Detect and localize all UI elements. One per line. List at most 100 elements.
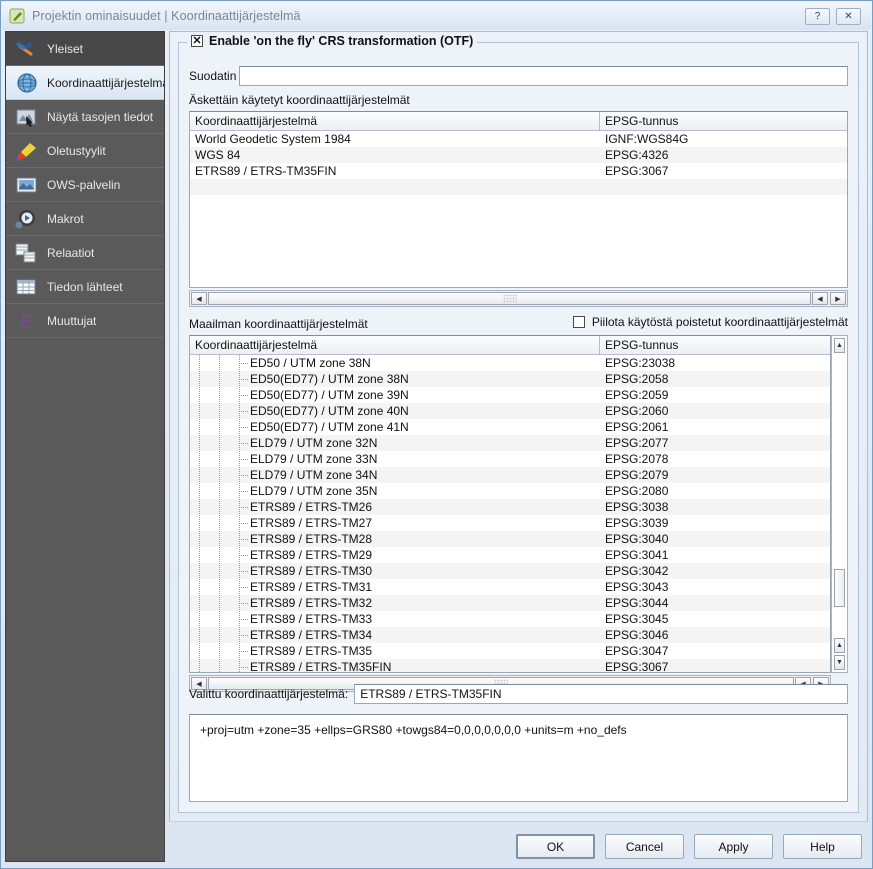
sidebar-item-yleiset[interactable]: Yleiset: [6, 32, 164, 66]
sidebar-item-label: Yleiset: [47, 41, 84, 56]
recent-crs-hscrollbar[interactable]: ◀ ◀ ▶: [189, 290, 848, 307]
table-row[interactable]: ETRS89 / ETRS-TM35FIN EPSG:3067: [190, 659, 830, 672]
column-header-name[interactable]: Koordinaattijärjestelmä: [190, 336, 600, 354]
vscroll-thumb[interactable]: [834, 569, 845, 607]
crs-code: EPSG:2080: [605, 484, 669, 498]
scroll-left-icon[interactable]: ◀: [191, 292, 207, 305]
crs-name: ETRS89 / ETRS-TM30: [250, 564, 373, 578]
apply-button[interactable]: Apply: [694, 834, 773, 859]
crs-name: ED50(ED77) / UTM zone 40N: [250, 404, 409, 418]
table-row[interactable]: [190, 179, 847, 195]
sidebar-item-relaatiot[interactable]: Relaatiot: [6, 236, 164, 270]
sidebar-item-muuttujat[interactable]: E Muuttujat: [6, 304, 164, 338]
crs-name: ETRS89 / ETRS-TM33: [250, 612, 373, 626]
table-row[interactable]: World Geodetic System 1984 IGNF:WGS84G: [190, 131, 847, 147]
world-crs-header: Koordinaattijärjestelmä EPSG-tunnus: [190, 336, 830, 355]
sidebar-item-ows-palvelin[interactable]: OWS-palvelin: [6, 168, 164, 202]
vscroll-track[interactable]: [833, 354, 846, 638]
crs-code: EPSG:2077: [605, 436, 669, 450]
filter-input[interactable]: [239, 66, 848, 86]
otf-label: Enable 'on the fly' CRS transformation (…: [209, 34, 474, 48]
close-icon[interactable]: ✕: [836, 7, 861, 25]
table-row[interactable]: ETRS89 / ETRS-TM30 EPSG:3042: [190, 563, 830, 579]
table-row[interactable]: ED50(ED77) / UTM zone 38N EPSG:2058: [190, 371, 830, 387]
world-crs-table[interactable]: Koordinaattijärjestelmä EPSG-tunnus ED50…: [189, 335, 831, 673]
selected-crs-row: Valittu koordinaattijärjestelmä: ETRS89 …: [189, 683, 848, 704]
scroll-down-icon[interactable]: ▼: [834, 655, 845, 670]
hide-deprecated-checkbox[interactable]: [572, 316, 585, 328]
proj4-textarea[interactable]: +proj=utm +zone=35 +ellps=GRS80 +towgs84…: [189, 714, 848, 802]
crs-name: ETRS89 / ETRS-TM35: [250, 644, 373, 658]
titlebar-buttons: ? ✕: [805, 7, 861, 25]
hammer-icon: [14, 37, 40, 61]
table-row[interactable]: ED50 / UTM zone 38N EPSG:23038: [190, 355, 830, 371]
table-row[interactable]: ETRS89 / ETRS-TM35 EPSG:3047: [190, 643, 830, 659]
tree-indent-guides: [190, 611, 250, 627]
sidebar-item-nayta-tasojen-tiedot[interactable]: Näytä tasojen tiedot: [6, 100, 164, 134]
crs-code: EPSG:3067: [605, 660, 669, 672]
sidebar-item-koordinaattijarjestelma[interactable]: Koordinaattijärjestelmä: [6, 66, 164, 100]
scroll-up-icon[interactable]: ▲: [834, 338, 845, 353]
table-row[interactable]: ED50(ED77) / UTM zone 39N EPSG:2059: [190, 387, 830, 403]
table-row[interactable]: ETRS89 / ETRS-TM33 EPSG:3045: [190, 611, 830, 627]
sidebar-item-tiedon-lahteet[interactable]: Tiedon lähteet: [6, 270, 164, 304]
selected-crs-value[interactable]: ETRS89 / ETRS-TM35FIN: [354, 683, 848, 704]
column-header-code[interactable]: EPSG-tunnus: [600, 112, 847, 130]
sidebar: Yleiset Koordinaattijärjestelmä Näytä ta…: [5, 31, 165, 862]
ok-button[interactable]: OK: [516, 834, 595, 859]
tree-indent-guides: [190, 563, 250, 579]
table-row[interactable]: ELD79 / UTM zone 34N EPSG:2079: [190, 467, 830, 483]
crs-name: ELD79 / UTM zone 35N: [250, 484, 378, 498]
sidebar-item-oletustyylit[interactable]: Oletustyylit: [6, 134, 164, 168]
hide-deprecated-row[interactable]: Piilota käytöstä poistetut koordinaattij…: [572, 315, 848, 329]
scroll-up-icon-2[interactable]: ▲: [834, 638, 845, 653]
hscroll-track[interactable]: [208, 292, 811, 305]
table-row[interactable]: ETRS89 / ETRS-TM27 EPSG:3039: [190, 515, 830, 531]
tree-indent-guides: [190, 435, 250, 451]
crs-code: EPSG:3040: [605, 532, 669, 546]
table-row[interactable]: ETRS89 / ETRS-TM32 EPSG:3044: [190, 595, 830, 611]
crs-code: EPSG:3067: [605, 164, 669, 178]
recent-crs-table[interactable]: Koordinaattijärjestelmä EPSG-tunnus Worl…: [189, 111, 848, 288]
svg-text:E: E: [18, 311, 33, 333]
table-row[interactable]: ED50(ED77) / UTM zone 40N EPSG:2060: [190, 403, 830, 419]
scroll-right-icon[interactable]: ▶: [830, 292, 846, 305]
column-header-code[interactable]: EPSG-tunnus: [600, 336, 830, 354]
crs-name: ELD79 / UTM zone 33N: [250, 452, 378, 466]
crs-code: EPSG:3039: [605, 516, 669, 530]
table-row[interactable]: ELD79 / UTM zone 32N EPSG:2077: [190, 435, 830, 451]
scroll-left-icon-2[interactable]: ◀: [812, 292, 828, 305]
table-row[interactable]: ETRS89 / ETRS-TM35FIN EPSG:3067: [190, 163, 847, 179]
crs-code: EPSG:3042: [605, 564, 669, 578]
tree-indent-guides: [190, 579, 250, 595]
sidebar-item-label: Relaatiot: [47, 245, 95, 260]
help-titlebar-button[interactable]: ?: [805, 7, 830, 25]
table-row[interactable]: ED50(ED77) / UTM zone 41N EPSG:2061: [190, 419, 830, 435]
table-row[interactable]: ETRS89 / ETRS-TM28 EPSG:3040: [190, 531, 830, 547]
crs-code: EPSG:2061: [605, 420, 669, 434]
help-button[interactable]: Help: [783, 834, 862, 859]
hscroll-thumb[interactable]: [208, 292, 811, 305]
sidebar-item-makrot[interactable]: Makrot: [6, 202, 164, 236]
crs-name: ETRS89 / ETRS-TM28: [250, 532, 373, 546]
table-row[interactable]: ETRS89 / ETRS-TM31 EPSG:3043: [190, 579, 830, 595]
otf-groupbox: Enable 'on the fly' CRS transformation (…: [178, 34, 859, 813]
world-crs-vscrollbar[interactable]: ▲ ▲ ▼: [831, 335, 848, 673]
table-row[interactable]: WGS 84 EPSG:4326: [190, 147, 847, 163]
filter-label: Suodatin: [189, 69, 237, 83]
table-row[interactable]: ETRS89 / ETRS-TM29 EPSG:3041: [190, 547, 830, 563]
cancel-button[interactable]: Cancel: [605, 834, 684, 859]
crs-code: EPSG:2059: [605, 388, 669, 402]
table-row[interactable]: ETRS89 / ETRS-TM26 EPSG:3038: [190, 499, 830, 515]
tree-indent-guides: [190, 387, 250, 403]
crs-code: EPSG:3038: [605, 500, 669, 514]
table-row[interactable]: ELD79 / UTM zone 33N EPSG:2078: [190, 451, 830, 467]
tree-indent-guides: [190, 643, 250, 659]
filter-row: Suodatin: [189, 65, 848, 87]
column-header-name[interactable]: Koordinaattijärjestelmä: [190, 112, 600, 130]
otf-checkbox[interactable]: [191, 34, 203, 48]
otf-checkbox-row[interactable]: Enable 'on the fly' CRS transformation (…: [187, 34, 478, 48]
table-row[interactable]: ELD79 / UTM zone 35N EPSG:2080: [190, 483, 830, 499]
table-row[interactable]: ETRS89 / ETRS-TM34 EPSG:3046: [190, 627, 830, 643]
crs-name: ED50(ED77) / UTM zone 41N: [250, 420, 409, 434]
